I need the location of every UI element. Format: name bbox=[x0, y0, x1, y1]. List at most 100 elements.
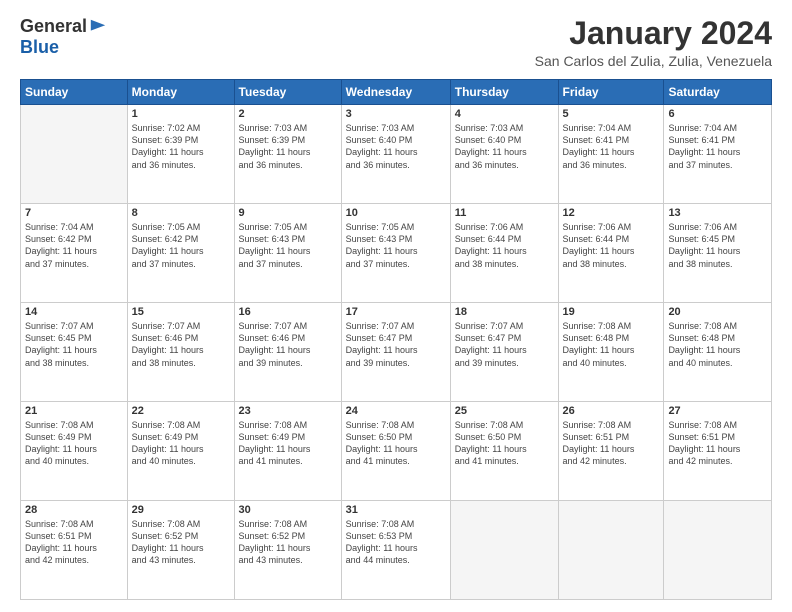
calendar-cell bbox=[664, 501, 772, 600]
calendar-cell: 10Sunrise: 7:05 AM Sunset: 6:43 PM Dayli… bbox=[341, 204, 450, 303]
day-number: 29 bbox=[132, 504, 230, 516]
day-number: 30 bbox=[239, 504, 337, 516]
calendar-cell: 3 Sunrise: 7:03 AM Sunset: 6:40 PM Daylig… bbox=[341, 105, 450, 204]
cell-content: Sunrise: 7:08 AM Sunset: 6:48 PM Dayligh… bbox=[563, 320, 660, 369]
weekday-header-monday: Monday bbox=[127, 80, 234, 105]
cell-content: Sunrise: 7:02 AM Sunset: 6:39 PM Dayligh… bbox=[132, 122, 230, 171]
day-number: 1 bbox=[132, 108, 230, 120]
day-number: 24 bbox=[346, 405, 446, 417]
cell-content: Sunrise: 7:08 AM Sunset: 6:48 PM Dayligh… bbox=[668, 320, 767, 369]
cell-content: Sunrise: 7:07 AM Sunset: 6:46 PM Dayligh… bbox=[239, 320, 337, 369]
day-number: 11 bbox=[455, 207, 554, 219]
cell-content: Sunrise: 7:08 AM Sunset: 6:51 PM Dayligh… bbox=[563, 419, 660, 468]
calendar-cell: 27 Sunrise: 7:08 AM Sunset: 6:51 PM Dayli… bbox=[664, 402, 772, 501]
cell-content: Sunrise: 7:04 AM Sunset: 6:41 PM Dayligh… bbox=[668, 122, 767, 171]
day-number: 23 bbox=[239, 405, 337, 417]
cell-content: Sunrise: 7:04 AM Sunset: 6:41 PM Dayligh… bbox=[563, 122, 660, 171]
calendar-cell: 12Sunrise: 7:06 AM Sunset: 6:44 PM Dayli… bbox=[558, 204, 664, 303]
week-row-2: 7Sunrise: 7:04 AM Sunset: 6:42 PM Daylig… bbox=[21, 204, 772, 303]
week-row-4: 21 Sunrise: 7:08 AM Sunset: 6:49 PM Dayli… bbox=[21, 402, 772, 501]
cell-content: Sunrise: 7:03 AM Sunset: 6:40 PM Dayligh… bbox=[455, 122, 554, 171]
day-number: 21 bbox=[25, 405, 123, 417]
weekday-header-thursday: Thursday bbox=[450, 80, 558, 105]
day-number: 28 bbox=[25, 504, 123, 516]
calendar-title: January 2024 bbox=[535, 16, 772, 51]
day-number: 5 bbox=[563, 108, 660, 120]
calendar-cell: 28 Sunrise: 7:08 AM Sunset: 6:51 PM Dayli… bbox=[21, 501, 128, 600]
cell-content: Sunrise: 7:05 AM Sunset: 6:43 PM Dayligh… bbox=[239, 221, 337, 270]
week-row-1: 1 Sunrise: 7:02 AM Sunset: 6:39 PM Daylig… bbox=[21, 105, 772, 204]
cell-content: Sunrise: 7:05 AM Sunset: 6:43 PM Dayligh… bbox=[346, 221, 446, 270]
calendar-cell: 11 Sunrise: 7:06 AM Sunset: 6:44 PM Dayli… bbox=[450, 204, 558, 303]
calendar-cell bbox=[558, 501, 664, 600]
calendar-cell: 25 Sunrise: 7:08 AM Sunset: 6:50 PM Dayli… bbox=[450, 402, 558, 501]
cell-content: Sunrise: 7:08 AM Sunset: 6:52 PM Dayligh… bbox=[239, 518, 337, 567]
cell-content: Sunrise: 7:08 AM Sunset: 6:50 PM Dayligh… bbox=[346, 419, 446, 468]
calendar-cell: 18Sunrise: 7:07 AM Sunset: 6:47 PM Dayli… bbox=[450, 303, 558, 402]
day-number: 2 bbox=[239, 108, 337, 120]
day-number: 13 bbox=[668, 207, 767, 219]
calendar-cell: 8Sunrise: 7:05 AM Sunset: 6:42 PM Daylig… bbox=[127, 204, 234, 303]
cell-content: Sunrise: 7:03 AM Sunset: 6:39 PM Dayligh… bbox=[239, 122, 337, 171]
calendar-cell: 2 Sunrise: 7:03 AM Sunset: 6:39 PM Daylig… bbox=[234, 105, 341, 204]
calendar-cell: 1 Sunrise: 7:02 AM Sunset: 6:39 PM Daylig… bbox=[127, 105, 234, 204]
day-number: 7 bbox=[25, 207, 123, 219]
day-number: 20 bbox=[668, 306, 767, 318]
calendar-cell: 16 Sunrise: 7:07 AM Sunset: 6:46 PM Dayli… bbox=[234, 303, 341, 402]
calendar-cell bbox=[450, 501, 558, 600]
day-number: 12 bbox=[563, 207, 660, 219]
calendar-cell: 7Sunrise: 7:04 AM Sunset: 6:42 PM Daylig… bbox=[21, 204, 128, 303]
day-number: 15 bbox=[132, 306, 230, 318]
day-number: 26 bbox=[563, 405, 660, 417]
day-number: 31 bbox=[346, 504, 446, 516]
calendar-cell: 5 Sunrise: 7:04 AM Sunset: 6:41 PM Daylig… bbox=[558, 105, 664, 204]
weekday-header-sunday: Sunday bbox=[21, 80, 128, 105]
cell-content: Sunrise: 7:06 AM Sunset: 6:44 PM Dayligh… bbox=[455, 221, 554, 270]
cell-content: Sunrise: 7:08 AM Sunset: 6:51 PM Dayligh… bbox=[25, 518, 123, 567]
cell-content: Sunrise: 7:07 AM Sunset: 6:45 PM Dayligh… bbox=[25, 320, 123, 369]
cell-content: Sunrise: 7:07 AM Sunset: 6:46 PM Dayligh… bbox=[132, 320, 230, 369]
cell-content: Sunrise: 7:08 AM Sunset: 6:51 PM Dayligh… bbox=[668, 419, 767, 468]
calendar-cell: 19 Sunrise: 7:08 AM Sunset: 6:48 PM Dayli… bbox=[558, 303, 664, 402]
page: General Blue January 2024 San Carlos del… bbox=[0, 0, 792, 612]
weekday-header-saturday: Saturday bbox=[664, 80, 772, 105]
logo-general-text: General bbox=[20, 16, 87, 37]
cell-content: Sunrise: 7:08 AM Sunset: 6:50 PM Dayligh… bbox=[455, 419, 554, 468]
calendar-cell: 4 Sunrise: 7:03 AM Sunset: 6:40 PM Daylig… bbox=[450, 105, 558, 204]
cell-content: Sunrise: 7:06 AM Sunset: 6:45 PM Dayligh… bbox=[668, 221, 767, 270]
cell-content: Sunrise: 7:08 AM Sunset: 6:52 PM Dayligh… bbox=[132, 518, 230, 567]
weekday-header-wednesday: Wednesday bbox=[341, 80, 450, 105]
week-row-5: 28 Sunrise: 7:08 AM Sunset: 6:51 PM Dayli… bbox=[21, 501, 772, 600]
day-number: 8 bbox=[132, 207, 230, 219]
cell-content: Sunrise: 7:03 AM Sunset: 6:40 PM Dayligh… bbox=[346, 122, 446, 171]
day-number: 16 bbox=[239, 306, 337, 318]
weekday-header-friday: Friday bbox=[558, 80, 664, 105]
day-number: 3 bbox=[346, 108, 446, 120]
day-number: 6 bbox=[668, 108, 767, 120]
week-row-3: 14 Sunrise: 7:07 AM Sunset: 6:45 PM Dayli… bbox=[21, 303, 772, 402]
logo-blue-text: Blue bbox=[20, 37, 59, 58]
calendar-cell: 14 Sunrise: 7:07 AM Sunset: 6:45 PM Dayli… bbox=[21, 303, 128, 402]
header-right: January 2024 San Carlos del Zulia, Zulia… bbox=[535, 16, 772, 69]
calendar-cell: 21Sunrise: 7:08 AM Sunset: 6:49 PM Dayli… bbox=[21, 402, 128, 501]
day-number: 17 bbox=[346, 306, 446, 318]
calendar-cell: 6 Sunrise: 7:04 AM Sunset: 6:41 PM Daylig… bbox=[664, 105, 772, 204]
day-number: 4 bbox=[455, 108, 554, 120]
cell-content: Sunrise: 7:08 AM Sunset: 6:49 PM Dayligh… bbox=[132, 419, 230, 468]
cell-content: Sunrise: 7:07 AM Sunset: 6:47 PM Dayligh… bbox=[346, 320, 446, 369]
calendar-table: SundayMondayTuesdayWednesdayThursdayFrid… bbox=[20, 79, 772, 600]
calendar-cell: 30 Sunrise: 7:08 AM Sunset: 6:52 PM Dayli… bbox=[234, 501, 341, 600]
calendar-cell: 9 Sunrise: 7:05 AM Sunset: 6:43 PM Daylig… bbox=[234, 204, 341, 303]
day-number: 27 bbox=[668, 405, 767, 417]
calendar-cell: 29 Sunrise: 7:08 AM Sunset: 6:52 PM Dayli… bbox=[127, 501, 234, 600]
day-number: 14 bbox=[25, 306, 123, 318]
cell-content: Sunrise: 7:08 AM Sunset: 6:53 PM Dayligh… bbox=[346, 518, 446, 567]
cell-content: Sunrise: 7:07 AM Sunset: 6:47 PM Dayligh… bbox=[455, 320, 554, 369]
weekday-header-row: SundayMondayTuesdayWednesdayThursdayFrid… bbox=[21, 80, 772, 105]
day-number: 25 bbox=[455, 405, 554, 417]
calendar-subtitle: San Carlos del Zulia, Zulia, Venezuela bbox=[535, 53, 772, 69]
day-number: 19 bbox=[563, 306, 660, 318]
calendar-cell: 31 Sunrise: 7:08 AM Sunset: 6:53 PM Dayli… bbox=[341, 501, 450, 600]
cell-content: Sunrise: 7:08 AM Sunset: 6:49 PM Dayligh… bbox=[239, 419, 337, 468]
day-number: 9 bbox=[239, 207, 337, 219]
